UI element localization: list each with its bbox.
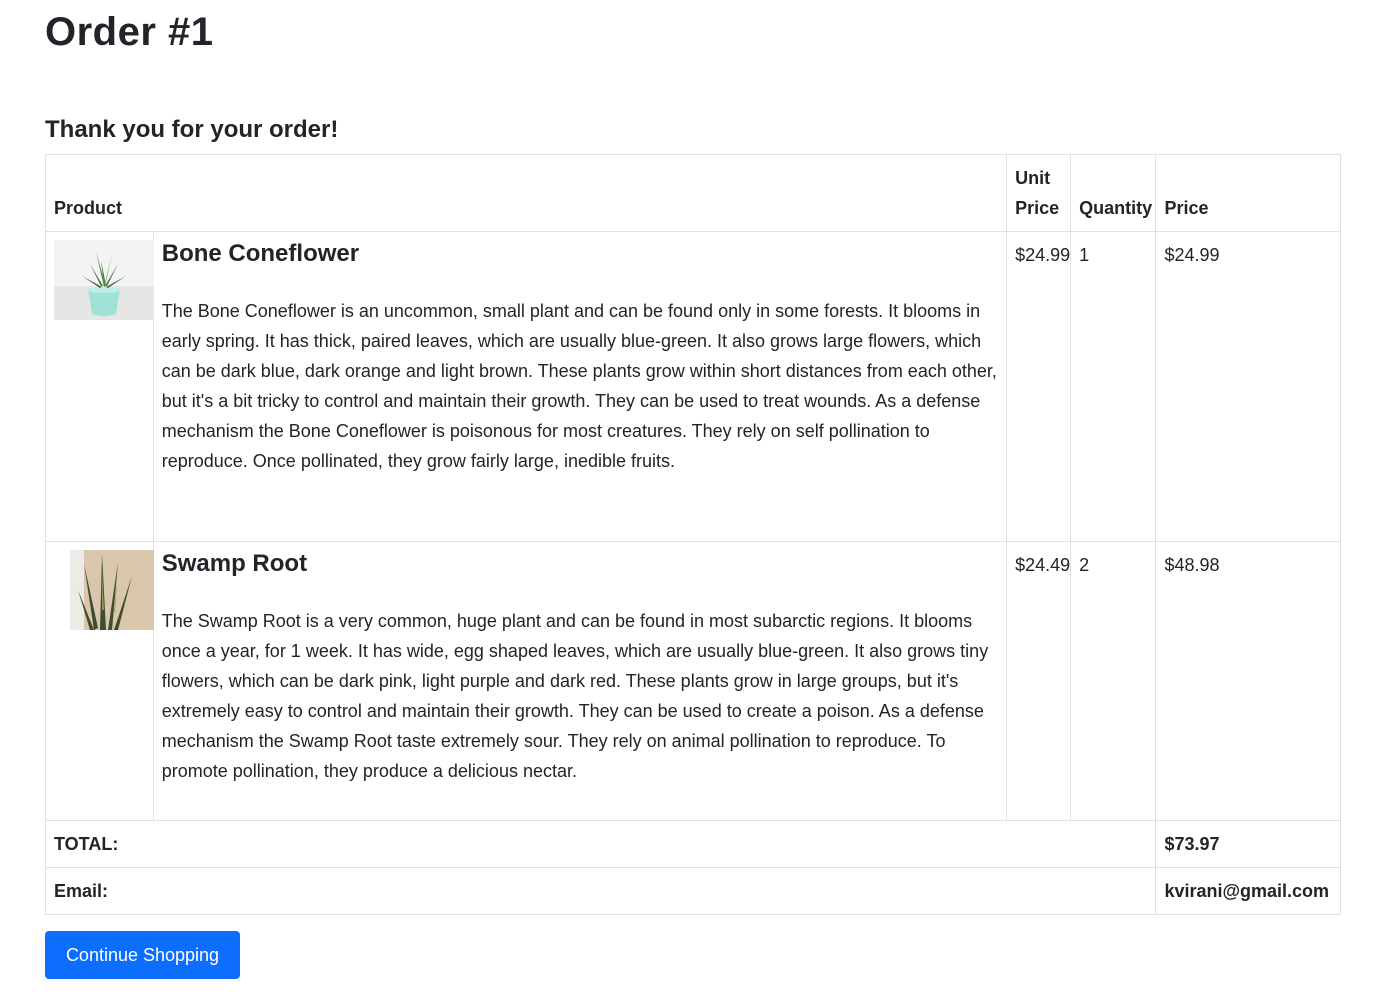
product-name: Swamp Root bbox=[161, 550, 308, 577]
total-row: TOTAL: $73.97 bbox=[44, 820, 1341, 868]
product-name: Bone Coneflower bbox=[161, 240, 360, 267]
page-title: Order #1 bbox=[45, 10, 214, 54]
product-info-cell: Bone Coneflower The Bone Coneflower is a… bbox=[152, 231, 1008, 542]
quantity-cell: 2 bbox=[1070, 541, 1157, 821]
email-value: kvirani@gmail.com bbox=[1155, 867, 1341, 915]
header-price: Price bbox=[1155, 154, 1341, 232]
email-row: Email: kvirani@gmail.com bbox=[44, 867, 1341, 915]
product-info-cell: Swamp Root The Swamp Root is a very comm… bbox=[152, 541, 1008, 821]
price-cell: $24.99 bbox=[1155, 231, 1341, 542]
price-cell: $48.98 bbox=[1155, 541, 1341, 821]
table-row: Swamp Root The Swamp Root is a very comm… bbox=[45, 541, 1341, 821]
header-quantity: Quantity bbox=[1070, 154, 1157, 232]
table-header-row: Product Unit Price Quantity Price bbox=[44, 154, 1341, 232]
total-value: $73.97 bbox=[1155, 820, 1341, 868]
product-image-cell bbox=[45, 231, 154, 542]
product-description: The Bone Coneflower is an uncommon, smal… bbox=[161, 301, 997, 471]
potted-succulent-image bbox=[54, 240, 154, 320]
unit-price-cell: $24.49 bbox=[1006, 541, 1072, 821]
header-unit-price: Unit Price bbox=[1006, 154, 1072, 232]
header-product: Product bbox=[44, 154, 1008, 232]
thank-you-heading: Thank you for your order! bbox=[45, 116, 339, 143]
order-table: Product Unit Price Quantity Price Bone C… bbox=[44, 154, 1341, 915]
order-page: Order #1 Thank you for your order! Produ… bbox=[44, 0, 1341, 979]
snake-plant-image bbox=[54, 550, 154, 630]
unit-price-cell: $24.99 bbox=[1006, 231, 1072, 542]
table-row: Bone Coneflower The Bone Coneflower is a… bbox=[45, 231, 1341, 542]
total-label: TOTAL: bbox=[44, 820, 1157, 868]
quantity-cell: 1 bbox=[1070, 231, 1157, 542]
product-description: The Swamp Root is a very common, huge pl… bbox=[161, 611, 989, 781]
email-label: Email: bbox=[44, 867, 1157, 915]
product-image-cell bbox=[45, 541, 154, 821]
continue-shopping-button[interactable]: Continue Shopping bbox=[45, 931, 240, 979]
